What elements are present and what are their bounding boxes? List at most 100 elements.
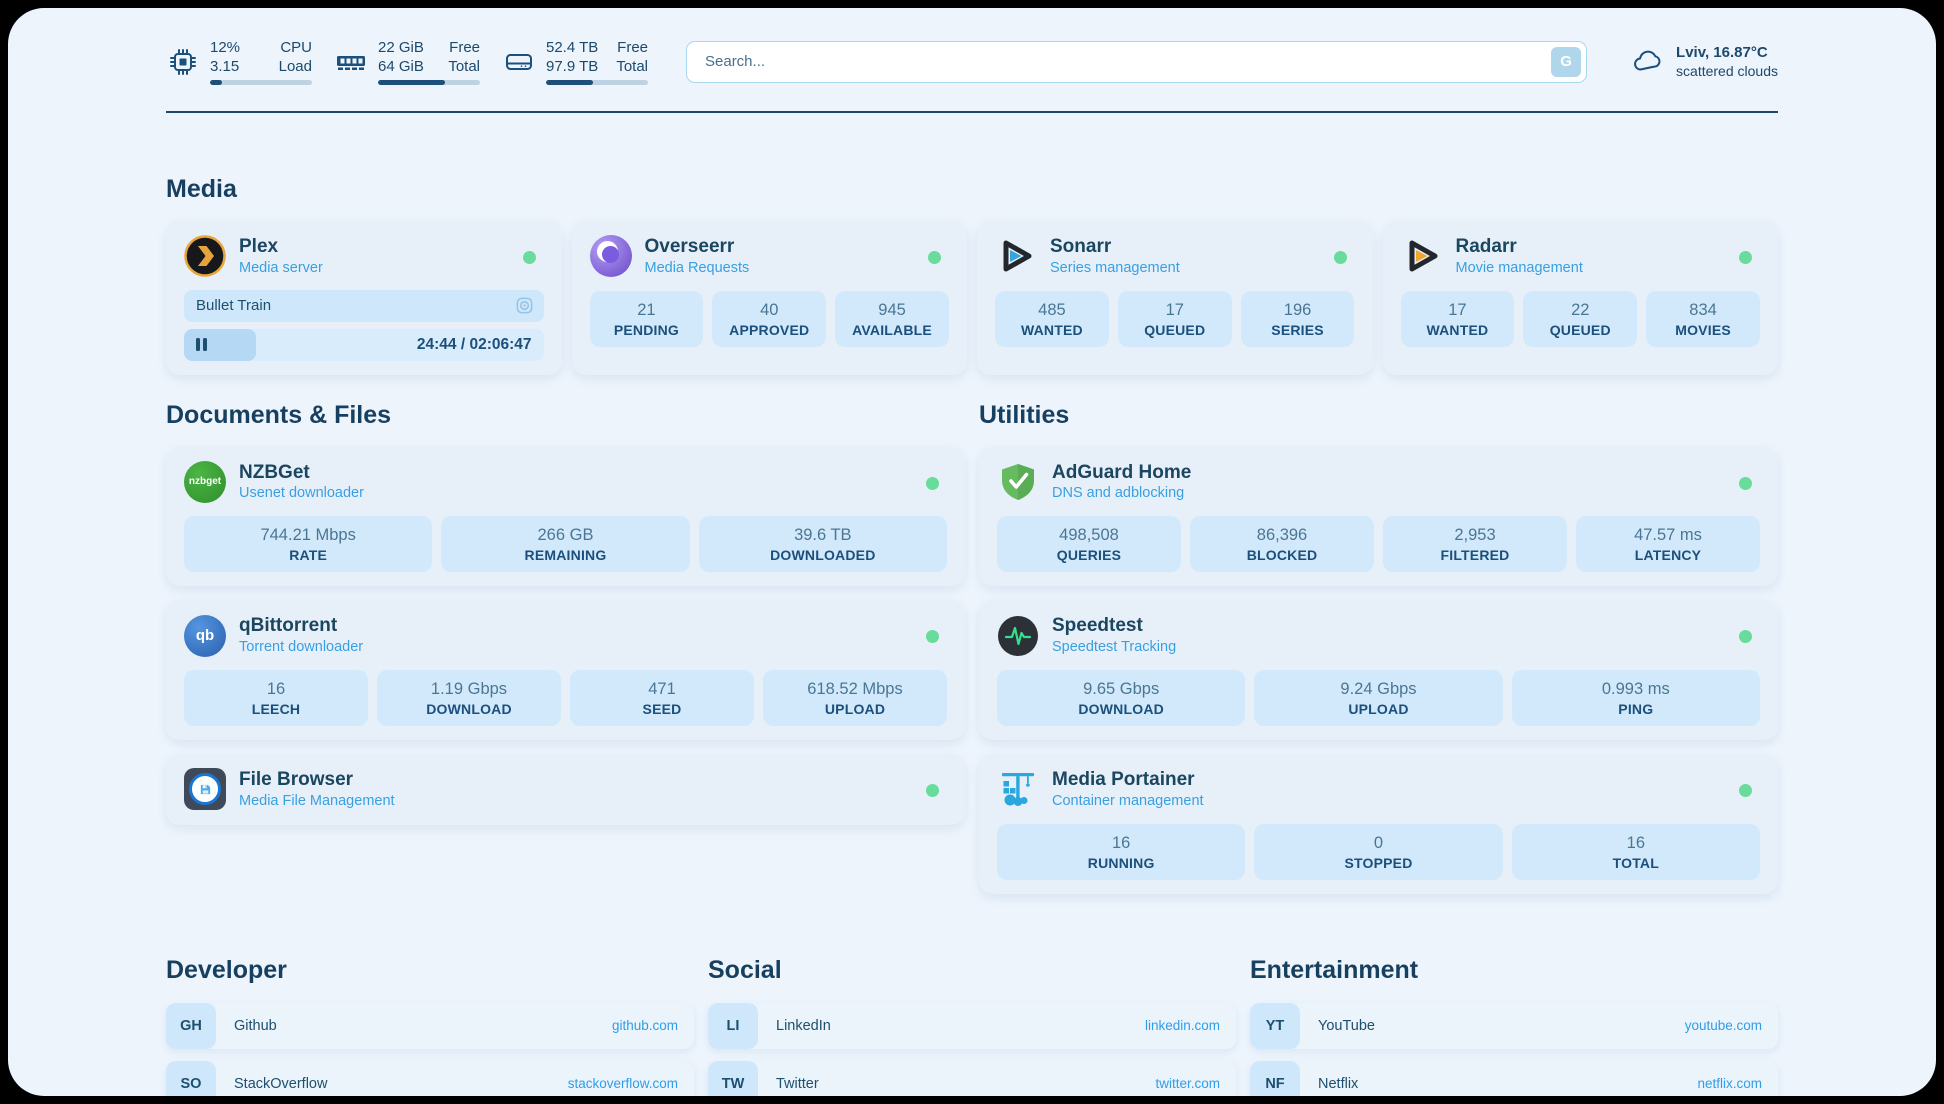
link-url[interactable]: twitter.com xyxy=(1155,1076,1220,1091)
google-search-button[interactable]: G xyxy=(1551,47,1581,77)
stat-box: 744.21 Mbps RATE xyxy=(184,516,432,572)
section-title-developer: Developer xyxy=(166,956,694,985)
weather-location-temp: Lviv, 16.87°C xyxy=(1676,43,1778,62)
stat-box: 40 APPROVED xyxy=(712,291,826,347)
memory-total: 64 GiB xyxy=(378,57,424,76)
stat-box: 2,953 FILTERED xyxy=(1383,516,1567,572)
radarr-card[interactable]: Radarr Movie management 17 WANTED 22 QUE… xyxy=(1383,221,1779,375)
section-title-social: Social xyxy=(708,956,1236,985)
plex-card[interactable]: Plex Media server Bullet Train xyxy=(166,221,562,375)
app-title: Media Portainer xyxy=(1052,768,1204,792)
section-title-media: Media xyxy=(166,175,1778,204)
speedtest-card[interactable]: Speedtest Speedtest Tracking 9.65 Gbps D… xyxy=(979,600,1778,740)
overseerr-icon xyxy=(590,235,632,277)
stat-box: 945 AVAILABLE xyxy=(835,291,949,347)
link-row-linkedin[interactable]: LI LinkedIn linkedin.com xyxy=(708,1003,1236,1049)
memory-ram-icon xyxy=(334,45,368,79)
portainer-card[interactable]: Media Portainer Container management 16 … xyxy=(979,754,1778,894)
speedtest-pulse-icon xyxy=(997,615,1039,657)
link-badge: GH xyxy=(166,1003,216,1049)
nzbget-icon: nzbget xyxy=(184,461,226,503)
link-row-github[interactable]: GH Github github.com xyxy=(166,1003,694,1049)
stat-box: 618.52 Mbps UPLOAD xyxy=(763,670,947,726)
playback-time: 24:44 / 02:06:47 xyxy=(417,336,532,354)
stat-box: 17 QUEUED xyxy=(1118,291,1232,347)
app-title: Overseerr xyxy=(645,235,750,259)
app-subtitle: Series management xyxy=(1050,259,1180,278)
nzbget-card[interactable]: nzbget NZBGet Usenet downloader 744.21 M… xyxy=(166,447,965,587)
adguard-card[interactable]: AdGuard Home DNS and adblocking 498,508 … xyxy=(979,447,1778,587)
app-title: Plex xyxy=(239,235,323,259)
app-title: AdGuard Home xyxy=(1052,461,1191,485)
status-dot xyxy=(1739,477,1752,490)
filebrowser-card[interactable]: File Browser Media File Management xyxy=(166,754,965,825)
now-playing-title: Bullet Train xyxy=(196,297,515,314)
pause-icon[interactable] xyxy=(196,338,207,351)
app-title: File Browser xyxy=(239,768,395,792)
memory-progress-bar xyxy=(378,80,480,85)
stat-box: 16 LEECH xyxy=(184,670,368,726)
stat-box: 47.57 ms LATENCY xyxy=(1576,516,1760,572)
link-name: Github xyxy=(234,1018,277,1034)
app-subtitle: DNS and adblocking xyxy=(1052,484,1191,503)
status-dot xyxy=(1334,251,1347,264)
status-dot xyxy=(523,251,536,264)
cpu-progress-bar xyxy=(210,80,312,85)
stat-box: 21 PENDING xyxy=(590,291,704,347)
app-subtitle: Torrent downloader xyxy=(239,638,363,657)
search-bar: G xyxy=(686,41,1587,83)
link-url[interactable]: stackoverflow.com xyxy=(568,1076,678,1091)
link-name: LinkedIn xyxy=(776,1018,831,1034)
link-name: YouTube xyxy=(1318,1018,1375,1034)
session-camera-icon xyxy=(515,296,534,315)
hard-drive-icon xyxy=(502,45,536,79)
link-row-youtube[interactable]: YT YouTube youtube.com xyxy=(1250,1003,1778,1049)
app-title: Speedtest xyxy=(1052,614,1176,638)
link-url[interactable]: linkedin.com xyxy=(1145,1018,1220,1033)
cpu-label-top: CPU xyxy=(280,38,312,57)
app-subtitle: Container management xyxy=(1052,792,1204,811)
hardware-stats: 12% CPU 3.15 Load xyxy=(166,38,648,85)
link-url[interactable]: github.com xyxy=(612,1018,678,1033)
search-input[interactable] xyxy=(703,52,1551,71)
top-bar: 12% CPU 3.15 Load xyxy=(166,8,1778,85)
documents-column: Documents & Files nzbget NZBGet Usenet d… xyxy=(166,375,965,825)
entertainment-section: Entertainment YT YouTube youtube.com NF … xyxy=(1250,956,1778,1096)
stat-box: 9.24 Gbps UPLOAD xyxy=(1254,670,1502,726)
memory-label-bottom: Total xyxy=(448,57,480,76)
link-badge: SO xyxy=(166,1061,216,1096)
app-subtitle: Speedtest Tracking xyxy=(1052,638,1176,657)
dashboard-page: 12% CPU 3.15 Load xyxy=(8,8,1936,1096)
plex-icon xyxy=(184,235,226,277)
app-subtitle: Usenet downloader xyxy=(239,484,364,503)
link-url[interactable]: netflix.com xyxy=(1697,1076,1762,1091)
link-badge: NF xyxy=(1250,1061,1300,1096)
link-row-stackoverflow[interactable]: SO StackOverflow stackoverflow.com xyxy=(166,1061,694,1096)
stat-box: 0.993 ms PING xyxy=(1512,670,1760,726)
stat-box: 17 WANTED xyxy=(1401,291,1515,347)
app-title: Radarr xyxy=(1456,235,1583,259)
stat-box: 22 QUEUED xyxy=(1523,291,1637,347)
storage-progress-bar xyxy=(546,80,648,85)
link-row-netflix[interactable]: NF Netflix netflix.com xyxy=(1250,1061,1778,1096)
overseerr-card[interactable]: Overseerr Media Requests 21 PENDING 40 A… xyxy=(572,221,968,375)
stat-box: 0 STOPPED xyxy=(1254,824,1502,880)
stat-box: 485 WANTED xyxy=(995,291,1109,347)
link-badge: YT xyxy=(1250,1003,1300,1049)
link-row-twitter[interactable]: TW Twitter twitter.com xyxy=(708,1061,1236,1096)
qbittorrent-card[interactable]: qb qBittorrent Torrent downloader 16 LEE… xyxy=(166,600,965,740)
link-name: Netflix xyxy=(1318,1076,1358,1092)
radarr-icon xyxy=(1401,235,1443,277)
section-title-entertainment: Entertainment xyxy=(1250,956,1778,985)
app-subtitle: Movie management xyxy=(1456,259,1583,278)
link-url[interactable]: youtube.com xyxy=(1685,1018,1762,1033)
stat-box: 266 GB REMAINING xyxy=(441,516,689,572)
sonarr-card[interactable]: Sonarr Series management 485 WANTED 17 Q… xyxy=(977,221,1373,375)
stat-box: 9.65 Gbps DOWNLOAD xyxy=(997,670,1245,726)
stat-box: 86,396 BLOCKED xyxy=(1190,516,1374,572)
memory-stat: 22 GiB Free 64 GiB Total xyxy=(334,38,480,85)
header-divider xyxy=(166,111,1778,113)
link-badge: TW xyxy=(708,1061,758,1096)
app-title: Sonarr xyxy=(1050,235,1180,259)
app-title: NZBGet xyxy=(239,461,364,485)
